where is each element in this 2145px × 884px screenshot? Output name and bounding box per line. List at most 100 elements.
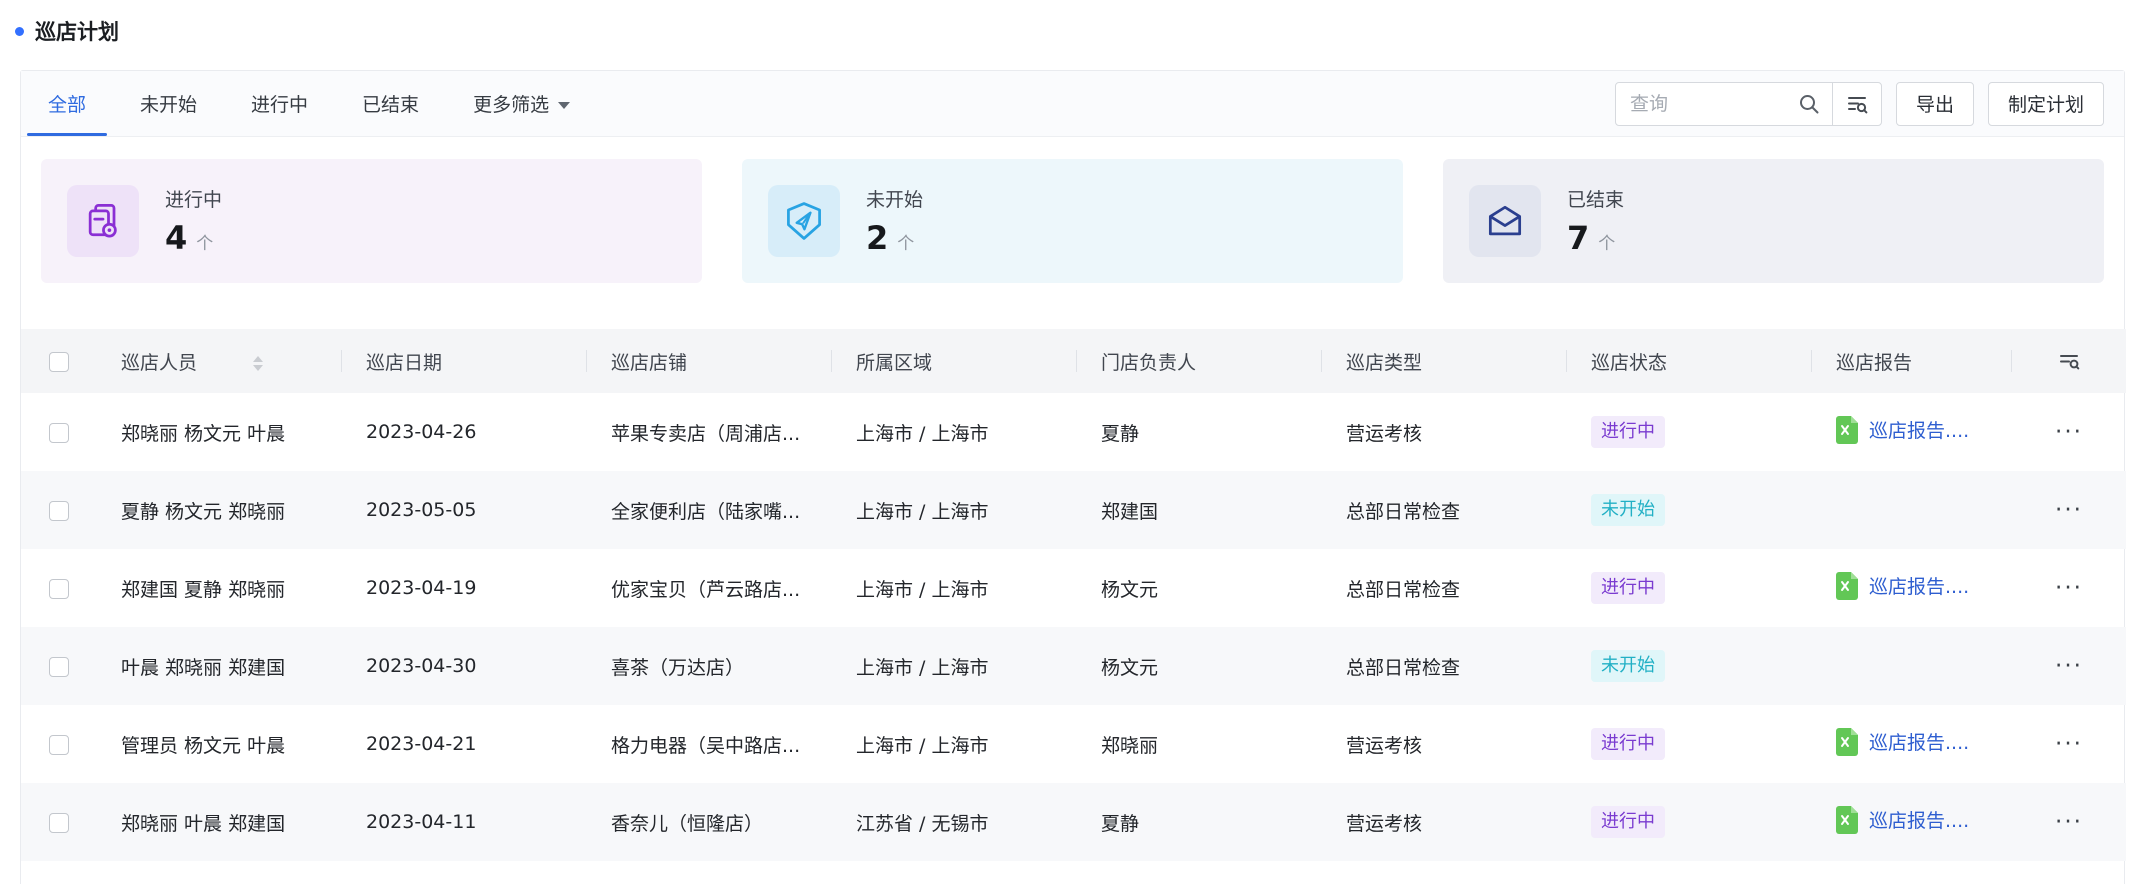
row-checkbox[interactable] xyxy=(49,657,69,677)
report-link[interactable]: 巡店报告.... xyxy=(1836,572,1969,600)
cell-status: 未开始 xyxy=(1567,471,1812,549)
more-actions-icon[interactable]: ··· xyxy=(2055,731,2083,757)
stat-card-ongoing: 进行中 4 个 xyxy=(41,159,702,283)
more-actions-icon[interactable]: ··· xyxy=(2055,497,2083,523)
status-badge: 进行中 xyxy=(1591,416,1665,447)
cell-store: 喜茶（万达店） xyxy=(587,627,832,705)
cell-region: 江苏省 / 无锡市 xyxy=(832,783,1077,861)
caret-down-icon xyxy=(558,102,570,109)
cell-date: 2023-04-19 xyxy=(342,549,587,627)
row-checkbox[interactable] xyxy=(49,735,69,755)
stat-card-text: 已结束 7 个 xyxy=(1567,185,1624,257)
cell-report xyxy=(1812,627,2012,705)
table-row: 管理员 杨文元 叶晨 2023-04-21 格力电器（吴中路店... 上海市 /… xyxy=(21,705,2126,783)
report-link[interactable]: 巡店报告.... xyxy=(1836,416,1969,444)
status-badge: 未开始 xyxy=(1591,650,1665,681)
stat-card-finished: 已结束 7 个 xyxy=(1443,159,2104,283)
tab-bar: 全部 未开始 进行中 已结束 更多筛选 xyxy=(21,71,2124,137)
cell-region: 上海市 / 上海市 xyxy=(832,471,1077,549)
report-link[interactable]: 巡店报告.... xyxy=(1836,806,1969,834)
stat-card-text: 未开始 2 个 xyxy=(866,185,923,257)
inspection-table: 巡店人员 巡店日期 巡店店铺 所属区域 门店负责人 巡店类型 巡店状态 巡店报告 xyxy=(21,329,2124,861)
cell-status: 进行中 xyxy=(1567,549,1812,627)
more-actions-icon[interactable]: ··· xyxy=(2055,809,2083,835)
cell-manager: 郑晓丽 xyxy=(1077,705,1322,783)
cell-report xyxy=(1812,471,2012,549)
shield-send-icon xyxy=(768,185,840,257)
stat-label: 未开始 xyxy=(866,185,923,212)
row-checkbox[interactable] xyxy=(49,501,69,521)
report-link-label: 巡店报告.... xyxy=(1869,572,1969,599)
cell-staff: 叶晨 郑晓丽 郑建国 xyxy=(97,627,342,705)
status-badge: 未开始 xyxy=(1591,494,1665,525)
stat-value: 2 xyxy=(866,219,888,257)
table-header-row: 巡店人员 巡店日期 巡店店铺 所属区域 门店负责人 巡店类型 巡店状态 巡店报告 xyxy=(21,329,2126,393)
search-input[interactable] xyxy=(1616,83,1786,125)
tab-ongoing[interactable]: 进行中 xyxy=(224,71,335,136)
table-row: 叶晨 郑晓丽 郑建国 2023-04-30 喜茶（万达店） 上海市 / 上海市 … xyxy=(21,627,2126,705)
cell-staff: 郑晓丽 叶晨 郑建国 xyxy=(97,783,342,861)
report-link-label: 巡店报告.... xyxy=(1869,416,1969,443)
report-link-label: 巡店报告.... xyxy=(1869,728,1969,755)
header-report: 巡店报告 xyxy=(1812,329,2012,393)
stat-card-not-started: 未开始 2 个 xyxy=(742,159,1403,283)
tab-not-started-label: 未开始 xyxy=(140,90,197,117)
cell-store: 苹果专卖店（周浦店... xyxy=(587,393,832,471)
status-badge: 进行中 xyxy=(1591,728,1665,759)
header-staff[interactable]: 巡店人员 xyxy=(97,329,342,393)
row-checkbox[interactable] xyxy=(49,423,69,443)
cell-type: 营运考核 xyxy=(1322,393,1567,471)
tab-finished-label: 已结束 xyxy=(362,90,419,117)
tab-ongoing-label: 进行中 xyxy=(251,90,308,117)
envelope-icon xyxy=(1469,185,1541,257)
inspection-plan-panel: 全部 未开始 进行中 已结束 更多筛选 xyxy=(20,70,2125,884)
cell-type: 总部日常检查 xyxy=(1322,627,1567,705)
stat-unit: 个 xyxy=(1598,229,1615,254)
cell-store: 全家便利店（陆家嘴... xyxy=(587,471,832,549)
cell-store: 优家宝贝（芦云路店... xyxy=(587,549,832,627)
cell-status: 进行中 xyxy=(1567,705,1812,783)
status-badge: 进行中 xyxy=(1591,572,1665,603)
report-link[interactable]: 巡店报告.... xyxy=(1836,728,1969,756)
tab-more-filters[interactable]: 更多筛选 xyxy=(446,71,597,136)
row-checkbox[interactable] xyxy=(49,813,69,833)
cell-region: 上海市 / 上海市 xyxy=(832,627,1077,705)
blue-dot-icon xyxy=(15,27,24,36)
excel-file-icon xyxy=(1836,728,1860,756)
report-link-label: 巡店报告.... xyxy=(1869,806,1969,833)
cell-store: 香奈儿（恒隆店） xyxy=(587,783,832,861)
tab-finished[interactable]: 已结束 xyxy=(335,71,446,136)
more-actions-icon[interactable]: ··· xyxy=(2055,653,2083,679)
row-checkbox[interactable] xyxy=(49,579,69,599)
more-actions-icon[interactable]: ··· xyxy=(2055,575,2083,601)
more-actions-icon[interactable]: ··· xyxy=(2055,419,2083,445)
cell-type: 营运考核 xyxy=(1322,705,1567,783)
cell-type: 总部日常检查 xyxy=(1322,471,1567,549)
stat-cards: 进行中 4 个 未开始 2 个 xyxy=(21,137,2124,283)
table-row: 郑晓丽 杨文元 叶晨 2023-04-26 苹果专卖店（周浦店... 上海市 /… xyxy=(21,393,2126,471)
filter-search-icon[interactable] xyxy=(1833,83,1881,125)
stat-label: 进行中 xyxy=(165,185,222,212)
create-plan-button[interactable]: 制定计划 xyxy=(1988,82,2104,126)
cell-report: 巡店报告.... xyxy=(1812,549,2012,627)
column-settings-icon[interactable] xyxy=(2057,349,2081,373)
cell-manager: 杨文元 xyxy=(1077,627,1322,705)
page-header: 巡店计划 xyxy=(0,0,2145,46)
tab-not-started[interactable]: 未开始 xyxy=(113,71,224,136)
export-button[interactable]: 导出 xyxy=(1896,82,1974,126)
cell-report: 巡店报告.... xyxy=(1812,783,2012,861)
search-icon[interactable] xyxy=(1786,83,1832,125)
cell-date: 2023-04-26 xyxy=(342,393,587,471)
select-all-checkbox[interactable] xyxy=(49,352,69,372)
stat-value: 7 xyxy=(1567,219,1589,257)
cell-staff: 郑晓丽 杨文元 叶晨 xyxy=(97,393,342,471)
stat-label: 已结束 xyxy=(1567,185,1624,212)
sort-icon[interactable] xyxy=(253,356,263,371)
tab-all[interactable]: 全部 xyxy=(21,71,113,136)
header-type: 巡店类型 xyxy=(1322,329,1567,393)
cell-region: 上海市 / 上海市 xyxy=(832,549,1077,627)
stat-value: 4 xyxy=(165,219,187,257)
cell-type: 总部日常检查 xyxy=(1322,549,1567,627)
cell-region: 上海市 / 上海市 xyxy=(832,393,1077,471)
tab-all-label: 全部 xyxy=(48,90,86,117)
